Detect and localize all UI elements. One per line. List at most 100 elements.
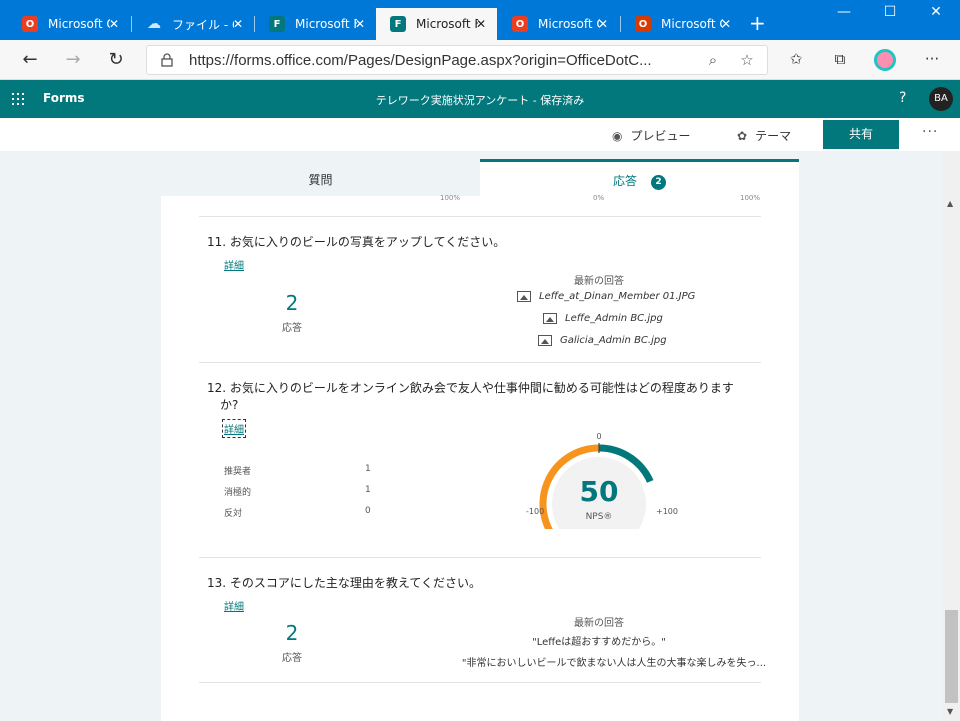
question-13-latest-header: 最新の回答 bbox=[574, 618, 624, 629]
theme-button[interactable]: ✿ テーマ bbox=[737, 127, 791, 144]
image-icon bbox=[517, 291, 531, 302]
close-tab-icon[interactable]: ✕ bbox=[230, 16, 246, 32]
favorites-list-icon[interactable]: ✩ bbox=[786, 50, 806, 70]
share-button[interactable]: 共有 bbox=[823, 120, 899, 149]
nps-promoters-label: 推奨者 bbox=[224, 467, 252, 477]
section-divider bbox=[199, 216, 761, 217]
browser-tab-forms-1[interactable]: F Microsoft Forms ✕ bbox=[255, 8, 376, 40]
question-13-response-label: 応答 bbox=[282, 653, 302, 664]
text-response-item[interactable]: "非常においしいビールで飲まない人は人生の大事な楽しみを失っ... bbox=[449, 654, 779, 669]
question-text: そのスコアにした主な理由を教えてください。 bbox=[229, 576, 481, 590]
maximize-button[interactable]: ☐ bbox=[880, 4, 900, 20]
question-number: 13. bbox=[207, 576, 227, 590]
close-tab-icon[interactable]: ✕ bbox=[718, 16, 734, 32]
profile-avatar-icon[interactable] bbox=[874, 49, 896, 71]
question-11-latest-header: 最新の回答 bbox=[574, 276, 624, 287]
close-tab-icon[interactable]: ✕ bbox=[595, 16, 611, 32]
close-window-button[interactable]: ✕ bbox=[926, 4, 946, 20]
lock-icon bbox=[161, 53, 173, 67]
back-arrow-icon[interactable]: ← bbox=[20, 50, 40, 70]
browser-tab-onedrive[interactable]: ☁ ファイル - OneDrive ✕ bbox=[132, 8, 254, 40]
palette-icon: ✿ bbox=[737, 128, 748, 143]
browser-toolbar: ← → ↻ https://forms.office.com/Pages/Des… bbox=[0, 40, 960, 80]
nps-passives-value: 1 bbox=[365, 485, 371, 495]
preview-button[interactable]: ◉ プレビュー bbox=[612, 127, 691, 144]
nps-promoters-value: 1 bbox=[365, 464, 371, 474]
address-bar[interactable]: https://forms.office.com/Pages/DesignPag… bbox=[146, 45, 768, 75]
file-name: Galicia_Admin BC.jpg bbox=[560, 335, 667, 346]
question-11-detail-link[interactable]: 詳細 bbox=[224, 257, 244, 272]
question-12-detail-link[interactable]: 詳細 bbox=[222, 419, 246, 438]
tab-title: ファイル - OneDrive bbox=[172, 17, 234, 32]
nps-min-label: -100 bbox=[526, 507, 544, 516]
browser-tab-strip: O Microsoft Office ✕ ☁ ファイル - OneDrive ✕… bbox=[0, 0, 960, 40]
question-13-detail-link[interactable]: 詳細 bbox=[224, 598, 244, 613]
user-avatar[interactable]: BA bbox=[929, 87, 953, 111]
favorite-star-icon[interactable]: ☆ bbox=[737, 51, 757, 71]
scrollbar-thumb[interactable] bbox=[945, 610, 958, 703]
settings-more-icon[interactable]: ··· bbox=[922, 50, 942, 70]
preview-label: プレビュー bbox=[630, 129, 691, 143]
nps-passives-label: 消極的 bbox=[224, 488, 252, 498]
onedrive-cloud-icon: ☁ bbox=[147, 16, 161, 32]
eye-icon: ◉ bbox=[612, 128, 623, 143]
collections-icon[interactable]: ⧉ bbox=[830, 50, 850, 70]
tab-questions[interactable]: 質問 bbox=[161, 159, 480, 196]
nps-mid-label: 0 bbox=[596, 432, 601, 441]
scroll-up-arrow-icon[interactable]: ▲ bbox=[947, 199, 953, 208]
close-tab-icon[interactable]: ✕ bbox=[352, 16, 368, 32]
vertical-scrollbar[interactable]: ▲ ▼ bbox=[943, 151, 960, 721]
refresh-icon[interactable]: ↻ bbox=[106, 50, 126, 70]
browser-tab-office-2[interactable]: O Microsoft Office ✕ bbox=[498, 8, 619, 40]
tab-responses[interactable]: 応答 2 bbox=[480, 159, 799, 196]
image-icon bbox=[538, 335, 552, 346]
url-text[interactable]: https://forms.office.com/Pages/DesignPag… bbox=[189, 52, 652, 69]
browser-tab-forms-active[interactable]: F Microsoft Forms ✕ bbox=[376, 8, 497, 40]
prev-question-cut-label: 100% bbox=[740, 194, 761, 202]
question-number: 12. bbox=[207, 381, 227, 395]
scroll-down-arrow-icon[interactable]: ▼ bbox=[947, 707, 953, 716]
browser-tab-office-3[interactable]: O Microsoft Office ✕ bbox=[621, 8, 742, 40]
nps-max-label: +100 bbox=[656, 507, 678, 516]
more-options-icon[interactable]: ··· bbox=[922, 124, 938, 140]
help-icon[interactable]: ? bbox=[899, 90, 906, 106]
zoom-icon[interactable]: ⌕ bbox=[703, 51, 723, 71]
close-tab-icon[interactable]: ✕ bbox=[473, 16, 489, 32]
question-text: お気に入りのビールの写真をアップしてください。 bbox=[229, 235, 506, 249]
file-response-item[interactable]: Leffe_Admin BC.jpg bbox=[543, 313, 663, 324]
command-bar: ◉ プレビュー ✿ テーマ 共有 ··· bbox=[0, 118, 960, 151]
forms-icon: F bbox=[269, 16, 285, 32]
response-count-badge: 2 bbox=[651, 175, 666, 190]
document-title: テレワーク実施状況アンケート - 保存済み bbox=[375, 94, 585, 107]
forward-arrow-icon[interactable]: → bbox=[63, 50, 83, 70]
nps-score: 50 bbox=[580, 475, 619, 508]
file-response-item[interactable]: Galicia_Admin BC.jpg bbox=[538, 335, 667, 346]
prev-question-cut-label: 100% bbox=[440, 194, 461, 202]
forms-app-bar: Forms テレワーク実施状況アンケート - 保存済み ? BA bbox=[0, 80, 960, 118]
file-name: Leffe_Admin BC.jpg bbox=[565, 313, 663, 324]
question-number: 11. bbox=[207, 235, 227, 249]
text-response-item[interactable]: "Leffeは超おすすめだから。" bbox=[449, 633, 749, 648]
office-icon: O bbox=[635, 16, 651, 32]
question-11-response-label: 応答 bbox=[282, 323, 302, 334]
nps-gauge: 0 -100 +100 50 NPS® bbox=[526, 432, 678, 529]
browser-tab-office-1[interactable]: O Microsoft Office ✕ bbox=[8, 8, 130, 40]
nps-detractors-value: 0 bbox=[365, 506, 371, 516]
form-tabs: 質問 応答 2 bbox=[161, 159, 799, 196]
minimize-button[interactable]: — bbox=[834, 4, 854, 20]
question-13-title: 13. そのスコアにした主な理由を教えてください。 bbox=[207, 575, 767, 592]
responses-card: 質問 応答 2 100% 0% 100% 11. お気に入りのビールの写真をアップ… bbox=[161, 159, 799, 721]
close-tab-icon[interactable]: ✕ bbox=[106, 16, 122, 32]
theme-label: テーマ bbox=[755, 129, 792, 143]
tab-title: Microsoft Office bbox=[48, 17, 110, 31]
tab-responses-label: 応答 bbox=[612, 174, 637, 188]
prev-question-cut-label: 0% bbox=[593, 194, 605, 202]
question-text: お気に入りのビールをオンライン飲み会で友人や仕事仲間に勧める可能性はどの程度あり… bbox=[220, 381, 734, 412]
file-name: Leffe_at_Dinan_Member 01.JPG bbox=[539, 291, 696, 302]
new-tab-button[interactable]: + bbox=[749, 13, 766, 33]
file-response-item[interactable]: Leffe_at_Dinan_Member 01.JPG bbox=[517, 291, 695, 302]
tab-title: Microsoft Office bbox=[538, 17, 600, 31]
tab-title: Microsoft Forms bbox=[416, 17, 478, 31]
tab-title: Microsoft Forms bbox=[295, 17, 357, 31]
image-icon bbox=[543, 313, 557, 324]
